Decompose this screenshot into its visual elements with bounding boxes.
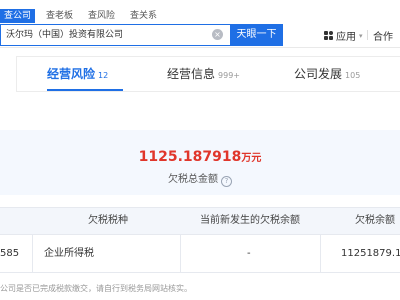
tab-label: 经营风险	[47, 67, 96, 81]
cell-current-balance: -	[247, 248, 251, 259]
search-tab-relation[interactable]: 查关系	[126, 9, 161, 23]
top-search-bar: 查公司 查老板 查风险 查关系 沃尔玛（中国）投资有限公司 × 天眼一下 应用 …	[0, 0, 400, 48]
search-tab-boss[interactable]: 查老板	[42, 9, 77, 23]
apps-menu[interactable]: 应用 ▾	[324, 28, 363, 43]
help-icon[interactable]: ?	[221, 176, 232, 187]
active-tab-underline	[47, 89, 123, 91]
cooperation-link[interactable]: 合作	[373, 28, 393, 43]
cell-divider	[180, 235, 181, 272]
cell-balance: 11251879.18	[341, 248, 400, 259]
tab-count: 105	[345, 71, 361, 80]
header-balance: 欠税余额	[355, 215, 395, 226]
header-divider	[367, 30, 368, 40]
apps-grid-icon	[324, 31, 333, 40]
tab-business-info[interactable]: 经营信息 999+	[167, 57, 240, 91]
search-tab-risk[interactable]: 查风险	[84, 9, 119, 23]
table-row: 585 企业所得税 - 11251879.18	[0, 235, 400, 273]
tab-count: 999+	[218, 71, 240, 80]
section-nav: 经营风险 12 经营信息 999+ 公司发展 105	[16, 56, 400, 92]
clear-icon[interactable]: ×	[212, 29, 223, 40]
header-tax-type: 欠税税种	[88, 215, 128, 226]
total-owed-label: 欠税总金额?	[0, 170, 400, 187]
amount-value: 1125.187918	[138, 149, 242, 165]
cell-divider	[320, 235, 321, 272]
total-owed-amount: 1125.187918万元	[0, 149, 400, 165]
amount-unit: 万元	[241, 153, 262, 164]
search-button[interactable]: 天眼一下	[230, 24, 283, 46]
verification-footnote: 公司是否已完成税款缴交，请自行到税务局网站核实。	[0, 284, 192, 293]
cell-tax-type: 企业所得税	[44, 248, 94, 259]
tab-business-risk[interactable]: 经营风险 12	[47, 57, 108, 91]
tab-company-development[interactable]: 公司发展 105	[294, 57, 360, 91]
search-tab-company[interactable]: 查公司	[0, 9, 36, 23]
table-header: 欠税税种 当前新发生的欠税余额 欠税余额	[0, 207, 400, 235]
apps-label: 应用	[336, 32, 356, 43]
cell-date-fragment: 585	[0, 248, 20, 259]
cell-divider	[32, 235, 33, 272]
header-current-balance: 当前新发生的欠税余额	[200, 215, 300, 226]
tab-count: 12	[98, 71, 109, 80]
search-input[interactable]: 沃尔玛（中国）投资有限公司	[0, 24, 230, 46]
search-category-tabs: 查公司 查老板 查风险 查关系	[0, 9, 168, 23]
chevron-down-icon: ▾	[359, 31, 363, 40]
amount-label-text: 欠税总金额	[168, 174, 218, 185]
tab-label: 公司发展	[294, 67, 343, 81]
tab-label: 经营信息	[167, 67, 216, 81]
